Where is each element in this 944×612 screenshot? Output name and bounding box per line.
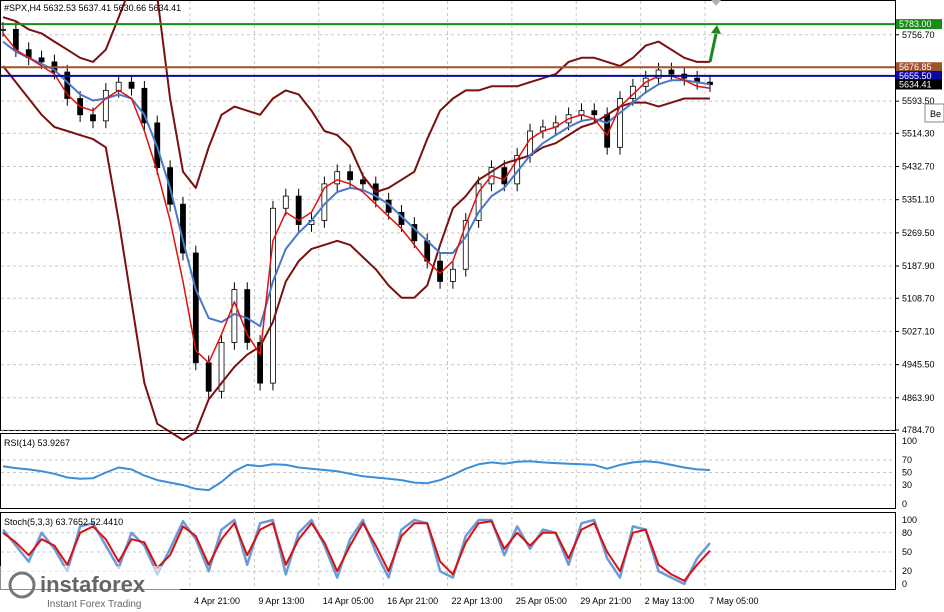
price-candle (192, 252, 199, 364)
x-tick-label: 2 May 13:00 (645, 596, 695, 606)
y-tick-label: 5027.10 (902, 326, 935, 336)
symbol-header: #SPX,H4 5632.53 5637.41 5630.66 5634.41 (4, 3, 181, 13)
y-tick-label: 5269.50 (902, 228, 935, 238)
x-tick-label: 16 Apr 21:00 (387, 596, 438, 606)
price-candle (282, 195, 289, 209)
y-tick-label: 4863.90 (902, 393, 935, 403)
y-tick-label: 5108.70 (902, 293, 935, 303)
rsi-title: RSI(14) 53.9267 (4, 438, 70, 448)
stoch-tick-label: 50 (902, 547, 912, 557)
x-tick-label: 25 Apr 05:00 (516, 596, 567, 606)
x-tick-label: 22 Apr 13:00 (452, 596, 503, 606)
price-candle (115, 81, 122, 91)
y-tick-label: 4784.70 (902, 425, 935, 435)
watermark-brand: instaforex (40, 572, 146, 597)
rsi-tick-label: 50 (902, 468, 912, 478)
stoch-tick-label: 80 (902, 528, 912, 538)
price-candle (90, 114, 96, 122)
price-panel (0, 0, 896, 431)
rsi-tick-label: 100 (902, 436, 917, 446)
price-candle (668, 69, 675, 75)
stoch-tick-label: 100 (902, 515, 917, 525)
y-tick-label: 4945.50 (902, 360, 935, 370)
rsi-tick-label: 0 (902, 499, 907, 509)
x-tick-label: 9 Apr 13:00 (258, 596, 304, 606)
level-badge-label: 5783.00 (899, 19, 932, 29)
price-candle (591, 110, 598, 116)
be-badge-label: Be (930, 109, 941, 119)
y-tick-label: 5756.70 (902, 30, 935, 40)
chart-canvas: 4 Apr 21:00 9 Apr 13:00 14 Apr 05:00 16 Apr… (0, 0, 944, 612)
rsi-tick-label: 30 (902, 480, 912, 490)
price-candle (360, 179, 366, 185)
watermark-tagline: Instant Forex Trading (47, 599, 142, 610)
price-candle (270, 207, 276, 384)
stoch-tick-label: 20 (902, 566, 912, 576)
y-tick-label: 5351.10 (902, 195, 935, 205)
x-tick-label: 29 Apr 21:00 (580, 596, 631, 606)
y-tick-label: 5514.30 (902, 128, 935, 138)
price-candle (205, 362, 212, 392)
rsi-tick-label: 70 (902, 455, 912, 465)
price-candle (128, 81, 135, 89)
price-candle (347, 171, 353, 181)
price-candle (450, 268, 456, 282)
x-tick-label: 7 May 05:00 (709, 596, 759, 606)
x-tick-label: 4 Apr 21:00 (194, 596, 240, 606)
x-tick-label: 14 Apr 05:00 (323, 596, 374, 606)
level-badge-label: 5634.41 (899, 79, 932, 89)
price-candle (38, 57, 45, 63)
stoch-title: Stoch(5,3,3) 63.7652 52.4410 (4, 517, 123, 527)
price-candle (102, 89, 109, 122)
y-tick-label: 5187.90 (902, 261, 935, 271)
price-candle (0, 28, 6, 31)
instaforex-watermark: instaforex Instant Forex Trading (0, 566, 180, 612)
price-candle (334, 171, 341, 185)
y-tick-label: 5432.70 (902, 162, 935, 172)
stoch-tick-label: 0 (902, 579, 907, 589)
